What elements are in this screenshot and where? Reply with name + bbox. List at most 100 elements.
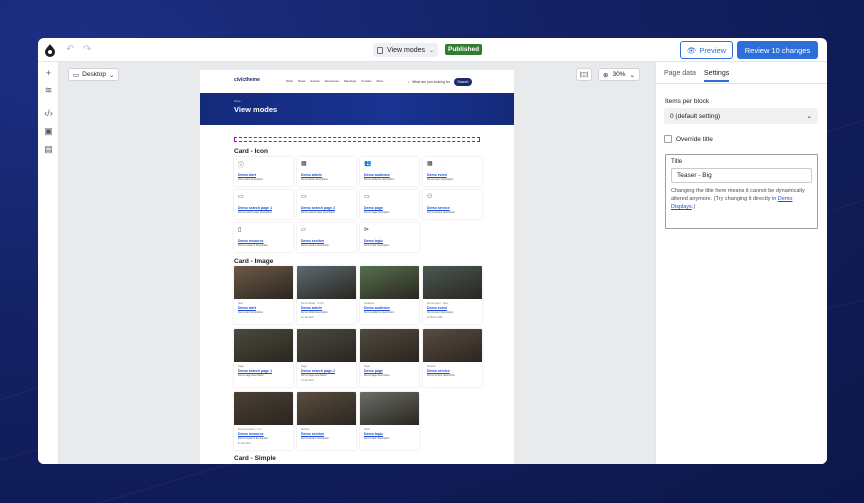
section-heading-icon: Card - Icon	[234, 148, 268, 155]
card-title[interactable]: Demo section	[301, 432, 324, 436]
card-title[interactable]: Demo topic	[364, 239, 383, 243]
breadcrumb[interactable]: Home	[234, 100, 241, 103]
site-nav-item[interactable]: Meetings	[344, 79, 356, 83]
review-changes-button[interactable]: Review 10 changes	[737, 41, 818, 59]
selected-block-outline[interactable]	[234, 137, 480, 142]
fit-width-button[interactable]: |◫|	[576, 68, 592, 81]
save-icon[interactable]: ▣	[43, 126, 54, 137]
override-title-checkbox[interactable]	[664, 135, 672, 143]
info-icon: ⓘ	[238, 163, 245, 169]
card-meta: Demo event · Free	[427, 302, 448, 305]
help-end: .)	[691, 204, 696, 210]
site-search[interactable]: ⌕ What are you looking for Search	[408, 77, 480, 86]
drupal-logo-icon[interactable]	[43, 43, 57, 57]
icon-card[interactable]: ▭ Demo page Demo page description	[360, 190, 419, 219]
people-icon: 👥	[364, 161, 372, 167]
icon-card[interactable]: 👥 Demo audience Demo audience description	[360, 157, 419, 186]
image-card[interactable]: Audience Demo audience Demo audience descr…	[360, 266, 419, 324]
search-button[interactable]: Search	[453, 77, 472, 86]
card-desc: Demo topic description	[364, 437, 390, 440]
page-title-select[interactable]: View modes ⌄	[373, 43, 439, 57]
card-title[interactable]: Demo audience	[364, 173, 390, 177]
card-title[interactable]: Demo search page 1	[238, 369, 272, 373]
add-icon[interactable]: +	[43, 68, 54, 79]
card-title[interactable]: Demo alert	[238, 306, 256, 310]
icon-card[interactable]: ▭ Demo search page 1 Demo search page desc…	[234, 190, 293, 219]
icon-card[interactable]: ▯ Demo resource Demo resource description	[234, 223, 293, 252]
site-nav-item[interactable]: Contact	[361, 79, 371, 83]
preview-button[interactable]: 👁 Preview	[680, 41, 733, 59]
card-title[interactable]: Demo service	[427, 206, 450, 210]
image-card[interactable]: Section Demo section Demo section descript…	[297, 392, 356, 450]
card-title[interactable]: Demo resource	[238, 432, 263, 436]
card-desc: Demo article description	[301, 311, 328, 314]
card-title[interactable]: Demo search page 2	[301, 369, 335, 373]
image-card[interactable]: Page Demo search page 1 Demo page descript…	[234, 329, 293, 387]
card-image	[423, 266, 482, 299]
card-title[interactable]: Demo article	[301, 306, 322, 310]
icon-card[interactable]: ▱ Demo section Demo section description	[297, 223, 356, 252]
code-icon[interactable]: ‹/›	[43, 108, 54, 119]
card-title[interactable]: Demo alert	[238, 173, 256, 177]
card-title[interactable]: Demo event	[427, 173, 447, 177]
image-card[interactable]: Service Demo service Demo service descript…	[423, 329, 482, 387]
icon-card[interactable]: ▭ Demo search page 2 Demo search page desc…	[297, 190, 356, 219]
card-title[interactable]: Demo page	[364, 369, 383, 373]
search-placeholder: What are you looking for	[411, 79, 450, 84]
card-image	[423, 329, 482, 362]
card-title[interactable]: Demo service	[427, 369, 450, 373]
image-card[interactable]: Demo resource · 1 hr Demo resource Demo re…	[234, 392, 293, 450]
card-title[interactable]: Demo topic	[364, 432, 383, 436]
icon-card[interactable]: ▦ Demo article Demo article description	[297, 157, 356, 186]
site-header: civictheme Work News Events Resources Meetin…	[200, 70, 514, 93]
tab-page-data[interactable]: Page data	[664, 70, 696, 82]
card-meta: Service	[427, 365, 436, 368]
title-label: Title	[671, 159, 683, 165]
page-title: View modes	[387, 46, 426, 54]
undo-icon[interactable]: ↶	[66, 44, 74, 55]
items-per-block-select[interactable]: 0 (default setting) ⌄	[664, 108, 818, 124]
card-title[interactable]: Demo resource	[238, 239, 263, 243]
card-description: Demo audience description	[364, 178, 395, 181]
card-extra: 14 Jan 2024	[301, 380, 314, 382]
icon-card[interactable]: ⓘ Demo alert Demo alert description	[234, 157, 293, 186]
clipboard-icon[interactable]: ▤	[43, 144, 54, 155]
preview-label: Preview	[699, 45, 727, 55]
card-title[interactable]: Demo section	[301, 239, 324, 243]
image-card[interactable]: Topic Demo topic Demo topic description	[360, 392, 419, 450]
image-card[interactable]: Demo event · Free Demo event Demo event de…	[423, 266, 482, 324]
icon-card[interactable]: ⚇ Demo service Demo service description	[423, 190, 482, 219]
site-logo[interactable]: civictheme	[234, 77, 260, 83]
image-card[interactable]: Page Demo search page 2 Demo page descript…	[297, 329, 356, 387]
card-image	[297, 329, 356, 362]
site-nav-item[interactable]: More	[377, 79, 384, 83]
zoom-select[interactable]: ⊕ 30% ⌄	[598, 68, 640, 81]
card-title[interactable]: Demo audience	[364, 306, 390, 310]
card-title[interactable]: Demo search page 1	[238, 206, 272, 210]
card-desc: Demo resource description	[238, 437, 268, 440]
device-select[interactable]: ▭ Desktop ⌄	[68, 68, 120, 81]
card-description: Demo section description	[301, 244, 330, 247]
image-card[interactable]: Alert Demo alert Demo alert description	[234, 266, 293, 324]
layers-icon[interactable]: ≋	[43, 85, 54, 96]
site-nav-item[interactable]: Resources	[325, 79, 339, 83]
card-title[interactable]: Demo article	[301, 173, 322, 177]
override-title-row[interactable]: Override title	[664, 135, 713, 143]
icon-card[interactable]: ▦ Demo event Demo event description	[423, 157, 482, 186]
card-description: Demo service description	[427, 211, 456, 214]
title-input[interactable]: Teaser - Big	[671, 168, 812, 183]
image-card[interactable]: Page Demo page Demo page description	[360, 329, 419, 387]
icon-card[interactable]: ⊳ Demo topic Demo topic description	[360, 223, 419, 252]
card-extra: 20 March 2024	[427, 317, 443, 319]
image-card[interactable]: Demo article · 5 min Demo article Demo art…	[297, 266, 356, 324]
tab-settings[interactable]: Settings	[703, 70, 730, 82]
site-nav-item[interactable]: Events	[310, 79, 319, 83]
chevron-down-icon: ⌄	[806, 113, 812, 120]
card-title[interactable]: Demo search page 2	[301, 206, 335, 210]
card-title[interactable]: Demo page	[364, 206, 383, 210]
site-nav-item[interactable]: News	[298, 79, 306, 83]
redo-icon[interactable]: ↷	[83, 44, 91, 55]
card-meta: Section	[301, 428, 310, 431]
site-nav-item[interactable]: Work	[286, 79, 293, 83]
card-title[interactable]: Demo event	[427, 306, 447, 310]
